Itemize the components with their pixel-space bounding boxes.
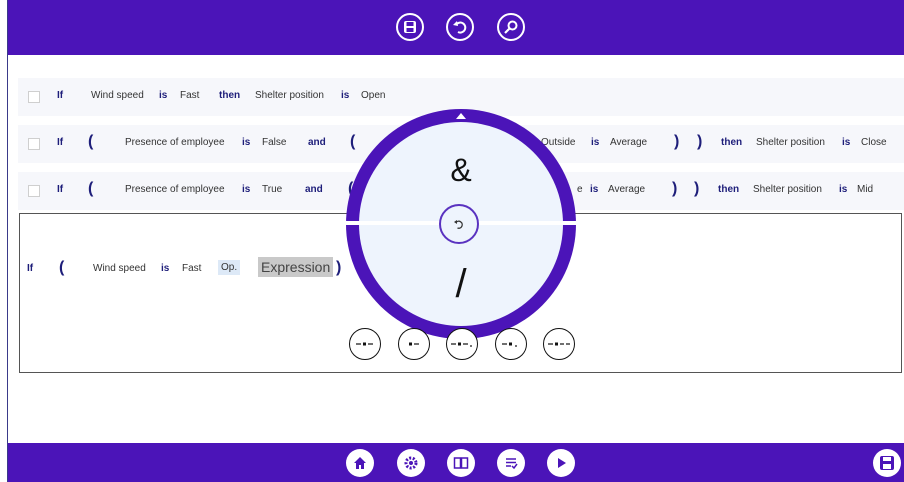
window-edge (7, 0, 8, 482)
stroke-button[interactable] (543, 328, 575, 360)
paren-token[interactable]: ) (674, 133, 679, 151)
variable-token[interactable]: Shelter position (255, 90, 324, 101)
variable-token[interactable]: Wind speed (93, 263, 146, 274)
save-icon (880, 456, 894, 470)
keyword-is: is (591, 137, 600, 148)
search-button[interactable] (497, 13, 525, 41)
undo-icon (453, 21, 467, 34)
bottom-toolbar (8, 443, 904, 482)
expression-placeholder[interactable]: Expression (258, 257, 334, 277)
keyword-is: is (590, 184, 599, 195)
variable-token[interactable]: Presence of employee (125, 137, 225, 148)
save-button[interactable] (396, 13, 424, 41)
keyword-if: If (27, 263, 34, 274)
undo-icon (454, 220, 463, 229)
save-button[interactable] (873, 449, 901, 477)
keyword-if: If (57, 137, 64, 148)
operator-and-symbol[interactable]: & (359, 152, 563, 189)
variable-token[interactable]: e (577, 184, 583, 195)
keyword-if: If (57, 184, 64, 195)
keyword-is: is (161, 263, 170, 274)
home-icon (354, 457, 366, 469)
value-token[interactable]: Average (608, 184, 645, 195)
stroke-pattern-icon (451, 342, 472, 347)
operator-placeholder[interactable]: Op. (218, 260, 241, 275)
variable-token[interactable]: Shelter position (753, 184, 822, 195)
stroke-button[interactable] (398, 328, 430, 360)
stroke-pattern-icon (502, 342, 517, 347)
keyword-is: is (341, 90, 350, 101)
keyword-and: and (305, 184, 323, 195)
keyword-and: and (308, 137, 326, 148)
rules-list-button[interactable] (497, 449, 525, 477)
rule-checkbox[interactable] (28, 185, 40, 197)
keyword-then: then (718, 184, 740, 195)
rule-checkbox[interactable] (28, 138, 40, 150)
settings-icon (404, 456, 418, 470)
variable-token[interactable]: Wind speed (91, 90, 144, 101)
value-token[interactable]: Open (361, 90, 385, 101)
value-token[interactable]: Mid (857, 184, 873, 195)
paren-token[interactable]: ) (697, 133, 702, 151)
top-toolbar (8, 0, 904, 55)
paren-token[interactable]: ) (694, 180, 699, 198)
keyword-then: then (219, 90, 241, 101)
undo-button[interactable] (446, 13, 474, 41)
search-icon (504, 20, 518, 34)
stroke-button[interactable] (495, 328, 527, 360)
operator-divide-symbol[interactable]: / (359, 262, 563, 307)
play-icon (558, 458, 566, 468)
run-button[interactable] (547, 449, 575, 477)
stroke-button[interactable] (349, 328, 381, 360)
value-token[interactable]: Fast (180, 90, 199, 101)
checklist-icon (506, 458, 518, 470)
docs-button[interactable] (447, 449, 475, 477)
home-button[interactable] (346, 449, 374, 477)
wheel-undo-button[interactable] (439, 204, 479, 244)
stroke-button[interactable] (446, 328, 478, 360)
rule-checkbox[interactable] (28, 91, 40, 103)
paren-token[interactable]: ( (88, 133, 93, 151)
value-token[interactable]: Average (610, 137, 647, 148)
stroke-pattern-icon (356, 342, 373, 346)
stroke-pattern-icon (548, 342, 570, 346)
keyword-is: is (842, 137, 851, 148)
keyword-if: If (57, 90, 64, 101)
value-token[interactable]: True (262, 184, 282, 195)
variable-token[interactable]: Shelter position (756, 137, 825, 148)
paren-token[interactable]: ( (88, 180, 93, 198)
save-icon (404, 21, 416, 33)
keyword-is: is (159, 90, 168, 101)
settings-button[interactable] (397, 449, 425, 477)
variable-token[interactable]: Presence of employee (125, 184, 225, 195)
keyword-is: is (242, 184, 251, 195)
value-token[interactable]: Close (861, 137, 887, 148)
keyword-is: is (839, 184, 848, 195)
paren-token[interactable]: ( (350, 133, 355, 151)
paren-token[interactable]: ) (336, 259, 341, 277)
book-icon (453, 457, 469, 469)
stroke-pattern-icon (409, 342, 419, 346)
value-token[interactable]: False (262, 137, 286, 148)
paren-token[interactable]: ( (59, 259, 64, 277)
keyword-then: then (721, 137, 743, 148)
operator-wheel[interactable]: & / (346, 109, 576, 339)
scroll-up-arrow-icon[interactable] (456, 113, 466, 119)
keyword-is: is (242, 137, 251, 148)
paren-token[interactable]: ) (672, 180, 677, 198)
value-token[interactable]: Fast (182, 263, 201, 274)
